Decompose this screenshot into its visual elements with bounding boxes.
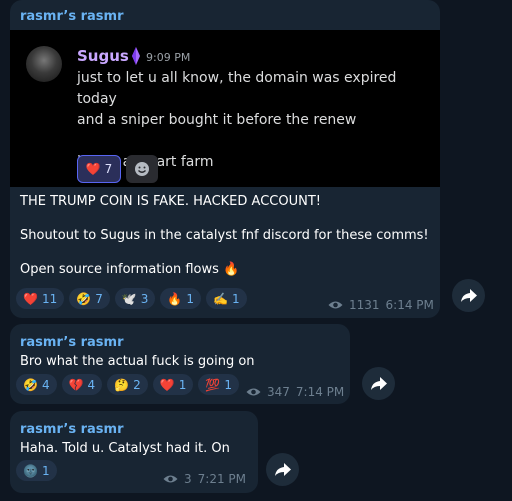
reaction-count: 1 xyxy=(178,377,187,392)
reaction-count: 7 xyxy=(95,291,103,306)
reaction-count: 1 xyxy=(186,291,195,306)
reaction-emoji: ✍️ xyxy=(213,291,228,306)
reaction-bar: 🤣 4 💔 4 🤔 2 ❤️ 1 💯 1 xyxy=(16,374,239,395)
reaction-chip[interactable]: 🔥 1 xyxy=(160,288,202,309)
reaction-chip[interactable]: ❤️ 11 xyxy=(16,288,65,309)
reaction-emoji: 🤣 xyxy=(76,291,92,306)
reaction-chip[interactable]: 🤔 2 xyxy=(107,374,148,395)
message-time: 7:21 PM xyxy=(197,472,246,486)
reaction-chip[interactable]: 🤣 4 xyxy=(16,374,57,395)
reaction-chip[interactable]: 🤣 7 xyxy=(69,288,110,309)
embedded-screenshot[interactable]: Sugus 9:09 PM just to let u all know, th… xyxy=(10,30,440,187)
share-arrow-icon xyxy=(274,462,291,476)
reaction-count: 1 xyxy=(41,463,50,478)
message-text: THE TRUMP COIN IS FAKE. HACKED ACCOUNT! … xyxy=(20,194,429,277)
reaction-count: 4 xyxy=(41,377,50,392)
view-count: 3 xyxy=(184,472,192,486)
reaction-count: 3 xyxy=(140,291,149,306)
reaction-emoji: ❤️ xyxy=(23,291,38,306)
avatar xyxy=(26,46,62,82)
reaction-chip[interactable]: 🕊️ 3 xyxy=(114,288,156,309)
message-meta: 1131 6:14 PM xyxy=(328,298,434,312)
reaction-chip[interactable]: 🌚 1 xyxy=(16,460,57,481)
embed-timestamp: 9:09 PM xyxy=(146,51,191,64)
share-button[interactable] xyxy=(452,279,485,312)
reaction-chip[interactable]: ✍️ 1 xyxy=(206,288,247,309)
message-time: 7:14 PM xyxy=(295,385,345,399)
reaction-count: 4 xyxy=(87,377,96,392)
reaction-emoji: 💯 xyxy=(205,377,221,392)
reaction-bar: ❤️ 11 🤣 7 🕊️ 3 🔥 1 ✍️ 1 xyxy=(16,288,247,309)
eye-icon xyxy=(328,301,343,309)
message-meta: 347 7:14 PM xyxy=(246,385,344,399)
reaction-emoji: 🌚 xyxy=(23,463,38,478)
reaction-emoji: 💔 xyxy=(68,377,84,392)
message-meta: 3 7:21 PM xyxy=(163,472,246,486)
embed-reaction-heart: ❤️ 7 xyxy=(77,155,121,183)
share-arrow-icon xyxy=(460,288,477,302)
message-text: Bro what the actual fuck is going on xyxy=(20,354,255,369)
view-count: 347 xyxy=(267,385,290,399)
sender-name[interactable]: rasmr’s rasmr xyxy=(20,9,124,24)
sender-name[interactable]: rasmr’s rasmr xyxy=(20,335,124,350)
reaction-bar: 🌚 1 xyxy=(16,460,57,481)
heart-emoji: ❤️ xyxy=(85,162,101,176)
reaction-count: 1 xyxy=(224,377,232,392)
message-time: 6:14 PM xyxy=(385,298,434,312)
reaction-emoji: ❤️ xyxy=(159,377,175,392)
embed-author-name: Sugus xyxy=(77,47,129,65)
reaction-emoji: 🔥 xyxy=(167,291,183,306)
reaction-count: 11 xyxy=(41,291,58,306)
eye-icon xyxy=(163,475,178,483)
reaction-emoji: 🤔 xyxy=(114,377,130,392)
reaction-count: 1 xyxy=(231,291,240,306)
share-button[interactable] xyxy=(266,453,299,486)
share-arrow-icon xyxy=(370,376,387,390)
reaction-chip[interactable]: ❤️ 1 xyxy=(152,374,194,395)
reaction-chip[interactable]: 💯 1 xyxy=(198,374,239,395)
embed-reaction-count: 7 xyxy=(104,162,113,176)
reaction-chip[interactable]: 💔 4 xyxy=(61,374,103,395)
amethyst-badge-icon xyxy=(132,47,140,65)
reaction-count: 2 xyxy=(133,377,141,392)
share-button[interactable] xyxy=(362,367,395,400)
sender-name[interactable]: rasmr’s rasmr xyxy=(20,422,124,437)
add-reaction-smiley-icon xyxy=(126,155,158,183)
reaction-emoji: 🤣 xyxy=(23,377,38,392)
eye-icon xyxy=(246,388,261,396)
view-count: 1131 xyxy=(349,298,380,312)
reaction-emoji: 🕊️ xyxy=(121,291,137,306)
